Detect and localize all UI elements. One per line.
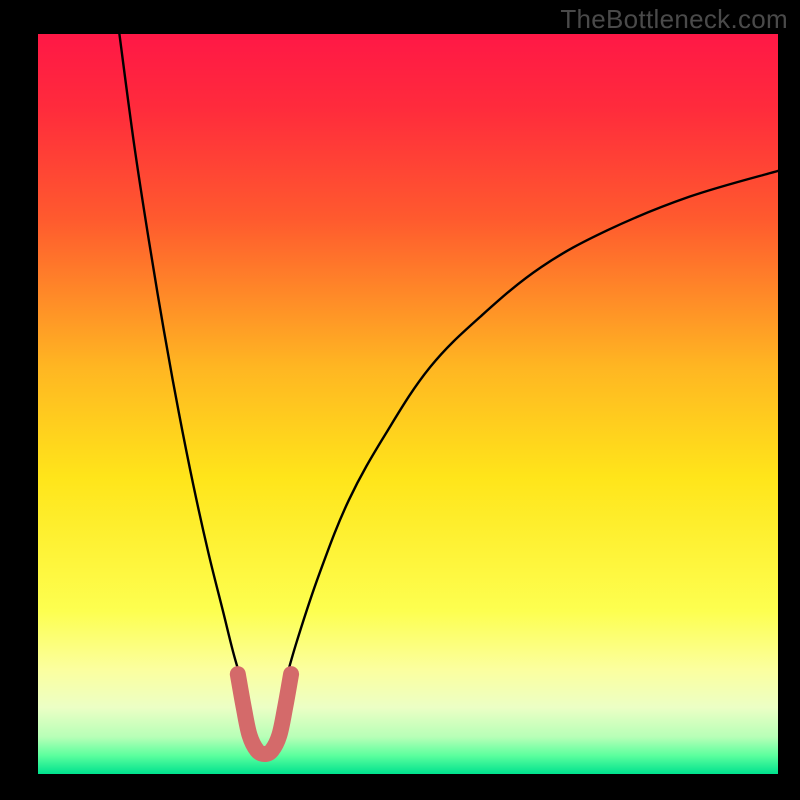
- plot-area: [38, 34, 778, 774]
- chart-frame: TheBottleneck.com: [0, 0, 800, 800]
- plot-background: [38, 34, 778, 774]
- watermark-text: TheBottleneck.com: [560, 4, 788, 35]
- plot-svg: [38, 34, 778, 774]
